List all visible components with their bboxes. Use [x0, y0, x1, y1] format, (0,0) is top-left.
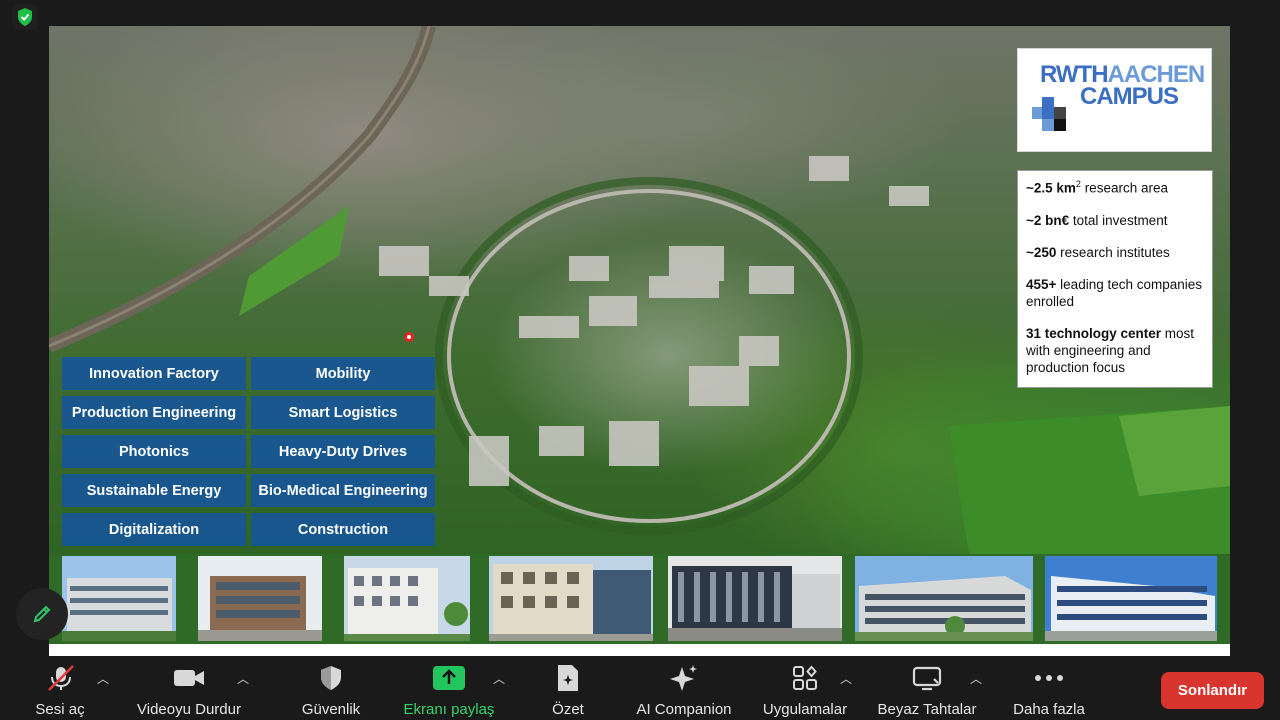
stop-video-label: Videoyu Durdur: [137, 701, 241, 718]
annotate-pencil-button[interactable]: [16, 588, 68, 640]
category-construction: Construction: [251, 513, 435, 546]
stat-area: ~2.5 km2 research area: [1026, 179, 1168, 196]
apps-options-caret[interactable]: ︿: [840, 670, 852, 687]
security-button[interactable]: Güvenlik: [296, 656, 366, 720]
apps-label: Uygulamalar: [762, 701, 848, 718]
whiteboards-button[interactable]: Beyaz Tahtalar: [874, 656, 980, 720]
stat-investment: ~2 bn€ total investment: [1026, 212, 1168, 228]
category-heavy-duty-drives: Heavy-Duty Drives: [251, 435, 435, 468]
apps-button[interactable]: Uygulamalar: [756, 656, 854, 720]
unmute-button[interactable]: Sesi aç: [30, 656, 92, 720]
building-photo-1: [62, 556, 176, 641]
category-photonics: Photonics: [62, 435, 246, 468]
more-label: Daha fazla: [1013, 701, 1085, 718]
category-digitalization: Digitalization: [62, 513, 246, 546]
video-options-caret[interactable]: ︿: [237, 670, 249, 687]
logo-cross-icon: [1032, 97, 1066, 131]
ai-companion-label: AI Companion: [636, 701, 732, 718]
rwth-aachen-campus-logo: RWTHAACHEN CAMPUS: [1017, 48, 1212, 152]
campus-aerial-photo: RWTHAACHEN CAMPUS ~2.5 km2 research area…: [49, 26, 1230, 554]
audio-options-caret[interactable]: ︿: [97, 670, 109, 687]
category-smart-logistics: Smart Logistics: [251, 396, 435, 429]
unmute-label: Sesi aç: [35, 701, 85, 718]
building-photo-2: [198, 556, 322, 641]
more-dots-icon: [1033, 664, 1065, 692]
stop-video-button[interactable]: Videoyu Durdur: [128, 656, 250, 720]
share-screen-button[interactable]: Ekranı paylaş: [400, 656, 498, 720]
building-photo-6: [855, 556, 1033, 641]
muted-microphone-icon: [45, 664, 77, 692]
more-button[interactable]: Daha fazla: [1010, 656, 1088, 720]
video-camera-icon: [173, 664, 205, 692]
building-photo-4: [489, 556, 653, 641]
building-photo-5: [668, 556, 842, 641]
apps-icon: [789, 664, 821, 692]
stat-technology-centers: 31 technology center most with engineeri…: [1026, 325, 1195, 375]
whiteboard-icon: [911, 664, 943, 692]
whiteboard-options-caret[interactable]: ︿: [970, 670, 982, 687]
category-mobility: Mobility: [251, 357, 435, 390]
security-shield-icon: [315, 664, 347, 692]
share-screen-icon: [433, 664, 465, 692]
summary-document-icon: [552, 664, 584, 692]
campus-stats-box: ~2.5 km2 research area ~2 bn€ total inve…: [1017, 170, 1213, 388]
share-options-caret[interactable]: ︿: [493, 670, 505, 687]
logo-line-2: CAMPUS: [1080, 83, 1179, 110]
security-label: Güvenlik: [301, 701, 361, 718]
category-bio-medical-engineering: Bio-Medical Engineering: [251, 474, 435, 507]
ai-sparkle-icon: [668, 664, 700, 692]
meeting-window: RWTHAACHEN CAMPUS ~2.5 km2 research area…: [0, 0, 1280, 720]
stat-companies: 455+ leading tech companies enrolled: [1026, 276, 1203, 309]
shared-slide: RWTHAACHEN CAMPUS ~2.5 km2 research area…: [49, 26, 1230, 656]
whiteboards-label: Beyaz Tahtalar: [877, 701, 977, 718]
stat-institutes: ~250 research institutes: [1026, 244, 1170, 260]
building-photo-3: [344, 556, 470, 641]
category-sustainable-energy: Sustainable Energy: [62, 474, 246, 507]
category-production-engineering: Production Engineering: [62, 396, 246, 429]
ai-companion-button[interactable]: AI Companion: [628, 656, 740, 720]
summary-button[interactable]: Özet: [540, 656, 596, 720]
building-photo-7: [1045, 556, 1217, 641]
summary-label: Özet: [552, 701, 584, 718]
encryption-shield-icon[interactable]: [12, 4, 38, 30]
share-screen-label: Ekranı paylaş: [403, 701, 495, 718]
meeting-toolbar: Sesi aç ︿ Videoyu Durdur ︿ Güvenlik Ekra…: [0, 656, 1280, 720]
category-innovation-factory: Innovation Factory: [62, 357, 246, 390]
end-meeting-button[interactable]: Sonlandır: [1161, 672, 1264, 709]
pencil-icon: [33, 605, 51, 623]
